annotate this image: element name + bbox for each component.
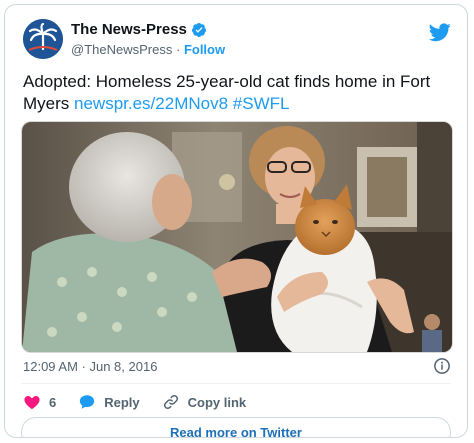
tweet-card: The News-Press @TheNewsPress · Follow Ad… [4, 4, 468, 438]
hashtag-link[interactable]: #SWFL [233, 94, 290, 113]
separator-dot: · [175, 42, 181, 57]
reply-label: Reply [104, 394, 140, 410]
verified-badge-icon [191, 22, 206, 37]
like-count: 6 [49, 394, 57, 410]
tweet-link[interactable]: newspr.es/22MNov8 [74, 94, 228, 113]
tweet-photo[interactable] [21, 121, 453, 353]
tweet-timestamp[interactable]: 12:09 AM · Jun 8, 2016 [23, 359, 157, 374]
heart-icon [24, 396, 40, 410]
info-icon[interactable] [433, 357, 451, 375]
link-icon [163, 394, 178, 410]
author-name[interactable]: The News-Press [71, 21, 187, 38]
tweet-text: Adopted: Homeless 25-year-old cat finds … [23, 71, 453, 115]
copy-link-button[interactable]: Copy link [162, 393, 247, 411]
cat-adoption-photo [22, 122, 452, 352]
like-button[interactable]: 6 [23, 393, 56, 411]
reply-button[interactable]: Reply [78, 393, 140, 411]
author-handle[interactable]: @TheNewsPress [71, 42, 172, 57]
news-press-logo-icon [23, 19, 63, 59]
action-bar: 6 Reply Copy link [23, 393, 268, 411]
author-avatar[interactable] [23, 19, 63, 59]
read-more-button[interactable]: Read more on Twitter [21, 417, 451, 437]
twitter-bird-icon[interactable] [429, 21, 451, 43]
follow-button[interactable]: Follow [184, 42, 225, 57]
speech-bubble-icon [80, 395, 95, 409]
copy-link-label: Copy link [187, 394, 247, 410]
divider [21, 383, 451, 384]
